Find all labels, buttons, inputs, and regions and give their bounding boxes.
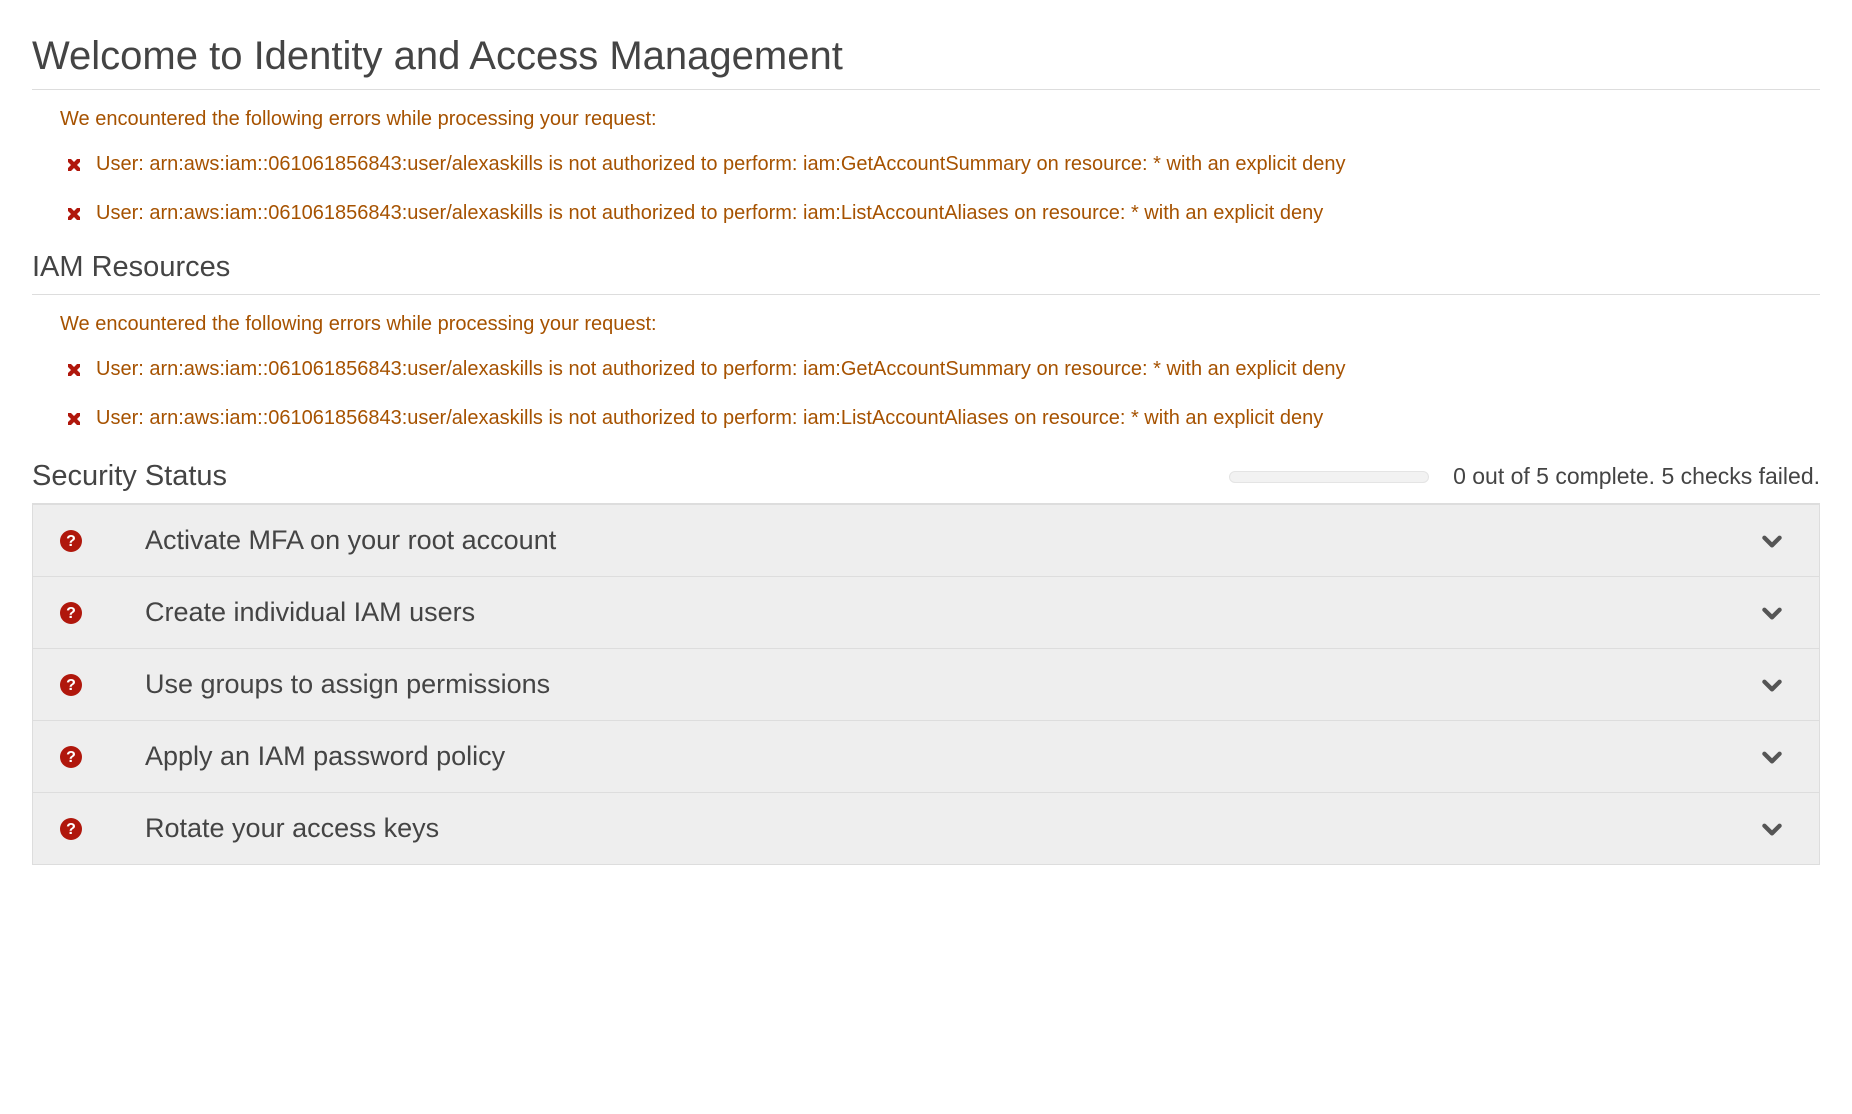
x-icon xyxy=(66,206,82,222)
error-text: User: arn:aws:iam::061061856843:user/ale… xyxy=(96,407,1323,430)
security-checks-list: ? Activate MFA on your root account ? Cr… xyxy=(32,504,1820,865)
x-icon xyxy=(66,157,82,173)
security-status-summary: 0 out of 5 complete. 5 checks failed. xyxy=(1453,463,1820,490)
iam-resources-title: IAM Resources xyxy=(32,251,1820,284)
security-status-header: Security Status 0 out of 5 complete. 5 c… xyxy=(32,460,1820,493)
svg-text:?: ? xyxy=(66,605,76,622)
chevron-down-icon xyxy=(1759,744,1785,770)
error-text: User: arn:aws:iam::061061856843:user/ale… xyxy=(96,358,1346,381)
chevron-down-icon xyxy=(1759,816,1785,842)
error-intro: We encountered the following errors whil… xyxy=(60,108,1820,131)
check-label: Rotate your access keys xyxy=(145,813,1759,844)
chevron-down-icon xyxy=(1759,528,1785,554)
error-text: User: arn:aws:iam::061061856843:user/ale… xyxy=(96,153,1346,176)
svg-text:?: ? xyxy=(66,677,76,694)
question-circle-icon: ? xyxy=(59,601,83,625)
question-circle-icon: ? xyxy=(59,817,83,841)
check-row-users[interactable]: ? Create individual IAM users xyxy=(32,577,1820,649)
error-panel-top: We encountered the following errors whil… xyxy=(60,108,1820,225)
question-circle-icon: ? xyxy=(59,745,83,769)
error-intro: We encountered the following errors whil… xyxy=(60,313,1820,336)
question-circle-icon: ? xyxy=(59,673,83,697)
check-row-rotate-keys[interactable]: ? Rotate your access keys xyxy=(32,793,1820,865)
error-panel-iam: We encountered the following errors whil… xyxy=(60,313,1820,430)
check-row-groups[interactable]: ? Use groups to assign permissions xyxy=(32,649,1820,721)
check-row-mfa[interactable]: ? Activate MFA on your root account xyxy=(32,504,1820,577)
svg-text:?: ? xyxy=(66,533,76,550)
page-title: Welcome to Identity and Access Managemen… xyxy=(32,34,1820,79)
chevron-down-icon xyxy=(1759,672,1785,698)
divider xyxy=(32,294,1820,295)
error-text: User: arn:aws:iam::061061856843:user/ale… xyxy=(96,202,1323,225)
security-status-right: 0 out of 5 complete. 5 checks failed. xyxy=(1229,463,1820,490)
security-status-title: Security Status xyxy=(32,460,227,493)
error-item: User: arn:aws:iam::061061856843:user/ale… xyxy=(60,358,1820,381)
divider xyxy=(32,89,1820,90)
svg-text:?: ? xyxy=(66,749,76,766)
chevron-down-icon xyxy=(1759,600,1785,626)
error-item: User: arn:aws:iam::061061856843:user/ale… xyxy=(60,153,1820,176)
check-row-password-policy[interactable]: ? Apply an IAM password policy xyxy=(32,721,1820,793)
x-icon xyxy=(66,362,82,378)
error-item: User: arn:aws:iam::061061856843:user/ale… xyxy=(60,202,1820,225)
check-label: Apply an IAM password policy xyxy=(145,741,1759,772)
check-label: Activate MFA on your root account xyxy=(145,525,1759,556)
check-label: Create individual IAM users xyxy=(145,597,1759,628)
progress-bar xyxy=(1229,471,1429,483)
error-item: User: arn:aws:iam::061061856843:user/ale… xyxy=(60,407,1820,430)
check-label: Use groups to assign permissions xyxy=(145,669,1759,700)
svg-text:?: ? xyxy=(66,821,76,838)
question-circle-icon: ? xyxy=(59,529,83,553)
x-icon xyxy=(66,411,82,427)
